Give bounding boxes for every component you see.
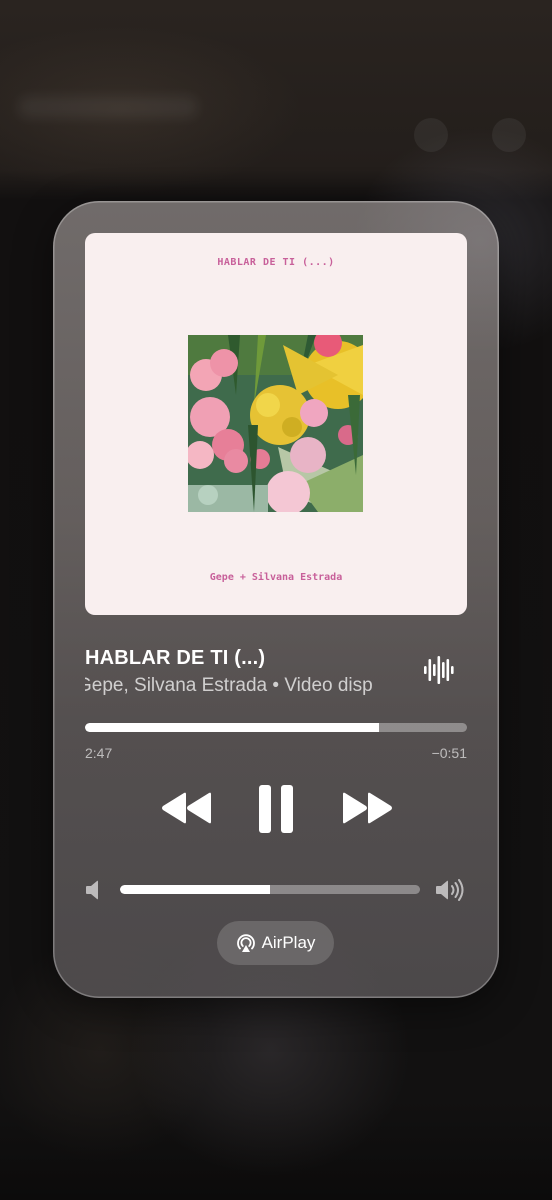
background-icon	[492, 118, 526, 152]
backward-icon	[162, 792, 211, 824]
remaining-time: −0:51	[431, 745, 467, 761]
volume-fill	[120, 885, 270, 894]
artwork-title: HABLAR DE TI (...)	[217, 257, 335, 268]
speaker-low-icon	[86, 879, 102, 901]
pause-icon	[259, 785, 293, 833]
forward-icon	[343, 792, 392, 824]
waveform-icon[interactable]	[419, 652, 459, 688]
airplay-button[interactable]: AirPlay	[217, 921, 334, 965]
song-subtitle-marquee[interactable]: Gepe, Silvana Estrada • Video disp	[85, 675, 407, 701]
rewind-button[interactable]	[157, 786, 217, 830]
now-playing-card: HABLAR DE TI (...) Gepe + Silvana Estrad…	[53, 201, 499, 998]
song-title[interactable]: HABLAR DE TI (...)	[85, 647, 265, 670]
song-subtitle: Gepe, Silvana Estrada • Video disp	[85, 675, 373, 696]
playback-progress-slider[interactable]	[85, 723, 467, 732]
artwork-credit: Gepe + Silvana Estrada	[209, 572, 343, 583]
airplay-icon	[236, 934, 255, 952]
background-icon	[414, 118, 448, 152]
speaker-high-icon	[436, 878, 466, 902]
pause-button[interactable]	[251, 781, 301, 837]
volume-slider[interactable]	[120, 885, 420, 894]
airplay-label: AirPlay	[261, 933, 316, 952]
elapsed-time: 2:47	[85, 745, 113, 761]
progress-fill	[85, 723, 380, 732]
artwork-flower-photo	[188, 335, 363, 512]
album-artwork: HABLAR DE TI (...) Gepe + Silvana Estrad…	[85, 233, 467, 615]
forward-button[interactable]	[337, 786, 397, 830]
background-title-blur	[18, 96, 198, 118]
